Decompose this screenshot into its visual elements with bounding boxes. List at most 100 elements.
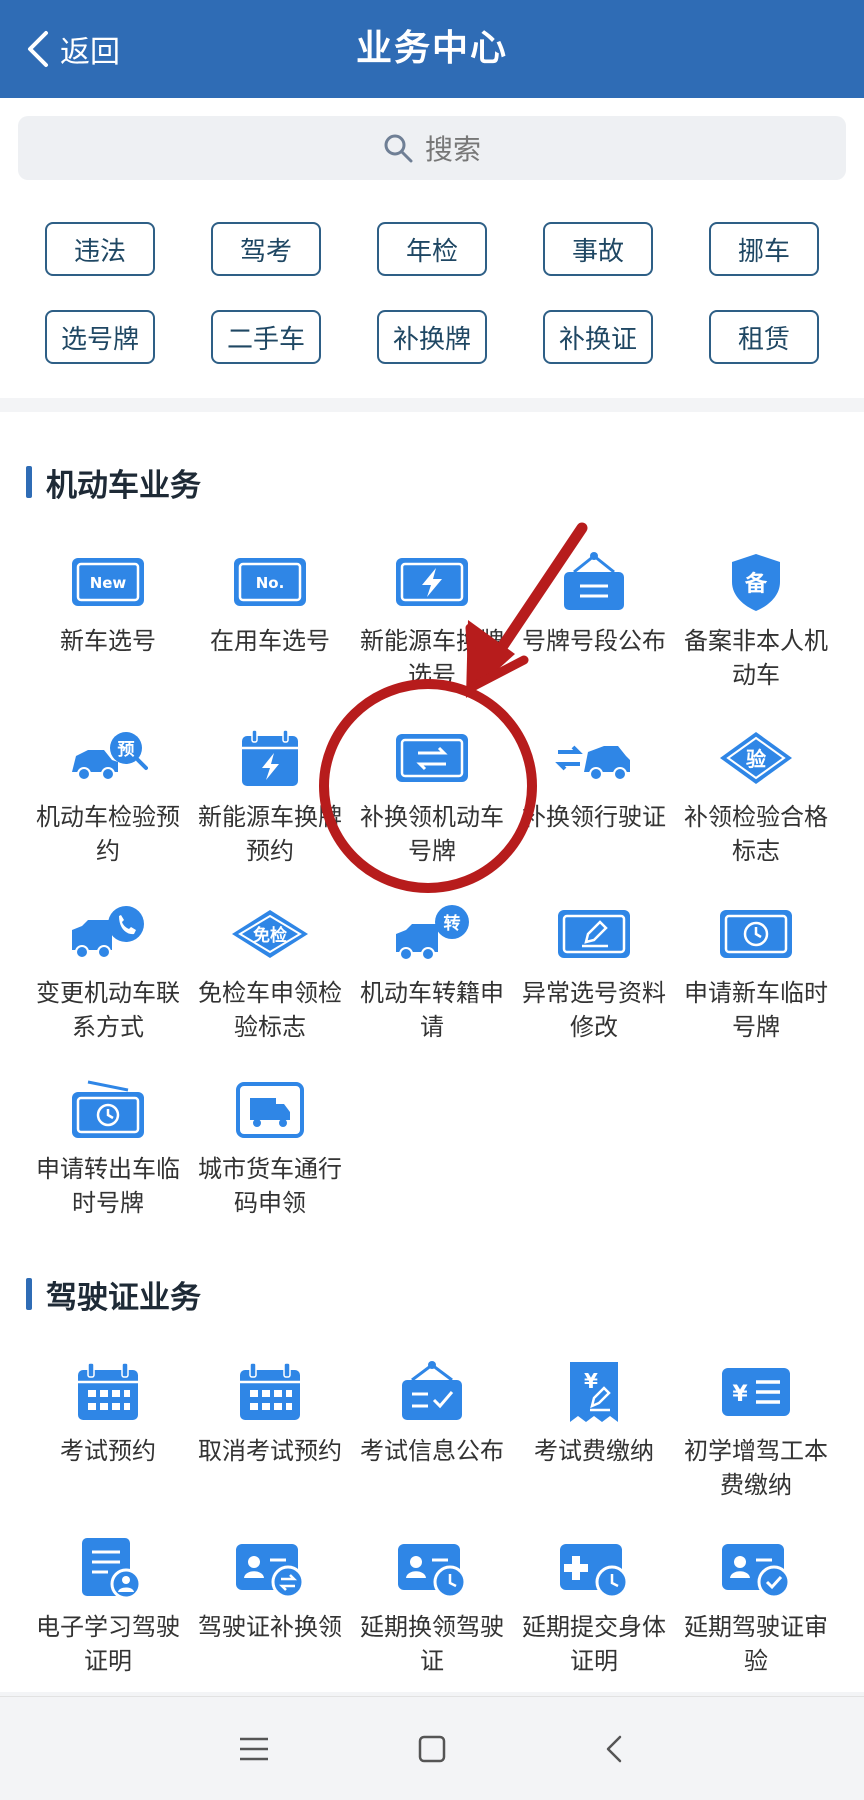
ev-calendar-icon (230, 726, 310, 790)
service-label: 考试信息公布 (360, 1437, 504, 1465)
tag-driving-test[interactable]: 驾考 (211, 222, 321, 276)
doc-person-icon (68, 1536, 148, 1600)
service-label: 考试费缴纳 (534, 1437, 654, 1465)
home-button[interactable] (410, 1727, 454, 1771)
fee-receipt-icon: ¥ (554, 1360, 634, 1424)
system-nav-bar (0, 1696, 864, 1800)
service-label: 申请转出车临时号牌 (36, 1155, 180, 1217)
service-replace-inspection-mark[interactable]: 验 补领检验合格标志 (670, 726, 842, 868)
service-label: 变更机动车联系方式 (36, 979, 180, 1041)
service-ev-plate-appointment[interactable]: 新能源车换牌预约 (184, 726, 356, 868)
service-exempt-mark[interactable]: 免检 免检车申领检验标志 (184, 902, 356, 1044)
service-outgoing-temp-plate[interactable]: 申请转出车临时号牌 (22, 1078, 194, 1220)
tag-accident[interactable]: 事故 (543, 222, 653, 276)
section-title-text: 机动车业务 (46, 467, 201, 504)
tag-rental[interactable]: 租赁 (709, 310, 819, 364)
service-ev-plate-select[interactable]: 新能源车换牌选号 (346, 550, 518, 692)
svg-text:预: 预 (118, 740, 135, 760)
app-header: 返回 业务中心 (0, 0, 864, 98)
section-title-license: 驾驶证业务 (26, 1274, 201, 1316)
tag-label: 租赁 (737, 324, 790, 355)
service-exam-info[interactable]: 考试信息公布 (346, 1360, 518, 1468)
service-label: 新车选号 (60, 627, 156, 655)
menu-button[interactable] (232, 1727, 276, 1771)
service-label: 取消考试预约 (198, 1437, 342, 1465)
tag-used-car[interactable]: 二手车 (211, 310, 321, 364)
system-back-button[interactable] (592, 1727, 636, 1771)
service-change-contact[interactable]: 变更机动车联系方式 (22, 902, 194, 1044)
tag-label: 二手车 (226, 324, 305, 355)
service-cancel-exam[interactable]: 取消考试预约 (184, 1360, 356, 1468)
service-register-other-vehicle[interactable]: 备 备案非本人机动车 (670, 550, 842, 692)
service-exam-appointment[interactable]: 考试预约 (22, 1360, 194, 1468)
number-plate-icon: No. (230, 550, 310, 614)
service-label: 考试预约 (60, 1437, 156, 1465)
temp-plate-out-icon (68, 1078, 148, 1142)
tag-label: 挪车 (737, 236, 790, 267)
tag-label: 补换牌 (392, 324, 471, 355)
tag-replace-plate[interactable]: 补换牌 (377, 310, 487, 364)
service-label: 异常选号资料修改 (522, 979, 666, 1041)
edit-plate-icon (554, 902, 634, 966)
service-e-learning-permit[interactable]: 电子学习驾驶证明 (22, 1536, 194, 1678)
square-icon (418, 1735, 446, 1763)
svg-text:转: 转 (444, 913, 461, 934)
service-replace-vehicle-plate[interactable]: 补换领机动车号牌 (346, 726, 518, 868)
license-swap-icon (230, 1536, 310, 1600)
calendar-icon (68, 1360, 148, 1424)
truck-phone-icon (68, 902, 148, 966)
service-replace-vehicle-license[interactable]: 补换领行驶证 (508, 726, 680, 834)
service-extend-health-proof[interactable]: 延期提交身体证明 (508, 1536, 680, 1678)
service-label: 备案非本人机动车 (684, 627, 828, 689)
service-label: 电子学习驾驶证明 (36, 1613, 180, 1675)
service-label: 延期换领驾驶证 (360, 1613, 504, 1675)
health-clock-icon (554, 1536, 634, 1600)
truck-transfer-icon: 转 (392, 902, 472, 966)
fee-list-icon: ¥ (716, 1360, 796, 1424)
service-extend-license-review[interactable]: 延期驾驶证审验 (670, 1536, 842, 1678)
license-check-icon (716, 1536, 796, 1600)
svg-text:备: 备 (744, 571, 768, 597)
quick-panel: 搜索 违法 驾考 年检 事故 挪车 选号牌 二手车 补换牌 补换证 租赁 (0, 98, 864, 398)
car-inspection-icon: 预 (68, 726, 148, 790)
svg-text:验: 验 (746, 747, 766, 771)
service-vehicle-transfer[interactable]: 转 机动车转籍申请 (346, 902, 518, 1044)
tag-select-plate[interactable]: 选号牌 (45, 310, 155, 364)
inspection-diamond-icon: 验 (716, 726, 796, 790)
tag-label: 违法 (73, 236, 126, 267)
svg-text:免检: 免检 (253, 925, 287, 946)
truck-pass-icon (230, 1078, 310, 1142)
service-replace-driving-license[interactable]: 驾驶证补换领 (184, 1536, 356, 1644)
tag-label: 驾考 (239, 236, 292, 267)
service-inspection-appointment[interactable]: 预 机动车检验预约 (22, 726, 194, 868)
tag-annual-inspection[interactable]: 年检 (377, 222, 487, 276)
calendar-cancel-icon (230, 1360, 310, 1424)
ev-plate-icon (392, 550, 472, 614)
tag-replace-license[interactable]: 补换证 (543, 310, 653, 364)
tag-move-car[interactable]: 挪车 (709, 222, 819, 276)
page-title: 业务中心 (355, 28, 508, 69)
service-label: 城市货车通行码申领 (198, 1155, 342, 1217)
svg-text:¥: ¥ (584, 1369, 598, 1393)
service-new-car-plate[interactable]: New 新车选号 (22, 550, 194, 658)
service-extend-license-renewal[interactable]: 延期换领驾驶证 (346, 1536, 518, 1678)
chevron-left-icon (606, 1735, 622, 1763)
service-label: 补换领行驶证 (522, 803, 666, 831)
service-label: 机动车转籍申请 (360, 979, 504, 1041)
service-label: 延期驾驶证审验 (684, 1613, 828, 1675)
new-plate-icon: New (68, 550, 148, 614)
section-title-text: 驾驶证业务 (46, 1279, 201, 1316)
service-label: 新能源车换牌预约 (198, 803, 342, 865)
service-label: 免检车申领检验标志 (198, 979, 342, 1041)
service-truck-pass[interactable]: 城市货车通行码申领 (184, 1078, 356, 1220)
service-exam-fee[interactable]: ¥ 考试费缴纳 (508, 1360, 680, 1468)
service-abnormal-plate-edit[interactable]: 异常选号资料修改 (508, 902, 680, 1044)
search-input[interactable]: 搜索 (18, 116, 846, 180)
service-plate-range-notice[interactable]: 号牌号段公布 (508, 550, 680, 658)
service-used-car-plate[interactable]: No. 在用车选号 (184, 550, 356, 658)
swap-car-icon (554, 726, 634, 790)
tag-violation[interactable]: 违法 (45, 222, 155, 276)
service-learner-fee[interactable]: ¥ 初学增驾工本费缴纳 (670, 1360, 842, 1502)
service-new-temp-plate[interactable]: 申请新车临时号牌 (670, 902, 842, 1044)
service-label: 号牌号段公布 (522, 627, 666, 655)
